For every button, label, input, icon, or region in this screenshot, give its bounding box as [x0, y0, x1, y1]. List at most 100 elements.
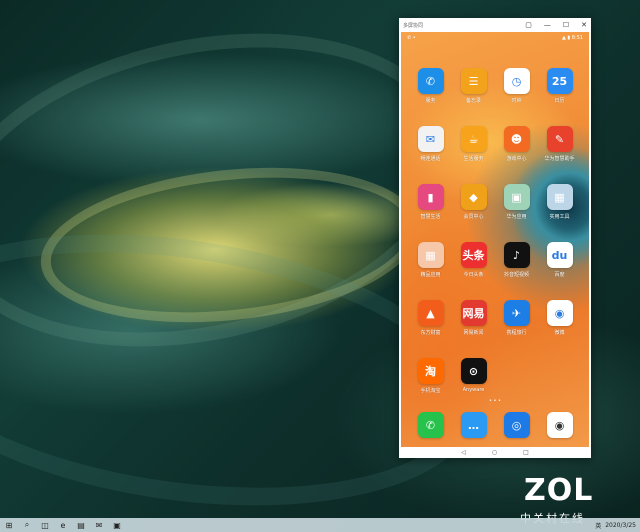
netease-icon: 网易	[460, 300, 487, 326]
phone-icon: ✆	[417, 412, 444, 438]
zol-watermark-logo: ZOL	[524, 473, 594, 508]
folder-icon[interactable]: ▤	[72, 518, 90, 532]
gamepad-icon: ☻	[503, 126, 530, 152]
app-label: 游戏中心	[506, 156, 527, 162]
clock-date[interactable]: 2020/3/25	[605, 522, 636, 529]
calendar-icon: 25	[546, 68, 573, 94]
recents-button[interactable]: □	[523, 449, 529, 456]
app-label: 时钟	[511, 98, 522, 104]
app-label: Anyware	[462, 387, 485, 393]
app-item[interactable]: ◆ 会员中心	[452, 184, 495, 234]
app-item[interactable]: 网易 网易新闻	[452, 300, 495, 350]
edge-icon[interactable]: e	[54, 518, 72, 532]
taobao-icon: 淘	[417, 358, 444, 384]
app-item[interactable]: ▦ 精品应用	[409, 242, 452, 292]
app-label: 今日头条	[463, 272, 484, 278]
app-item[interactable]: ◉ 微博	[538, 300, 581, 350]
app-item[interactable]: 25 日历	[538, 68, 581, 118]
app-dock: ✆ … ◎ ◉	[409, 412, 581, 444]
language-indicator[interactable]: 英	[595, 521, 601, 530]
app-label: 生活服务	[463, 156, 484, 162]
cup-icon: ☕	[460, 126, 487, 152]
close-button[interactable]: ✕	[581, 21, 587, 29]
task-view-icon[interactable]: ◫	[36, 518, 54, 532]
dock-item[interactable]: …	[452, 412, 495, 444]
dock-item[interactable]: ◉	[538, 412, 581, 444]
app-label: 服务	[425, 98, 436, 104]
app-label: 微博	[554, 330, 565, 336]
app-grid: ✆ 服务 ☰ 备忘录 ◷ 时钟 25 日历 ✉ 畅连通话 ☕ 生活服务 ☻ 游戏中心 ✎ 华为智慧助手 ▮ 智慧生…	[409, 68, 581, 408]
taskbar-items: ⊞ ⌕ ◫ e ▤ ✉ ▣	[0, 518, 126, 532]
app-label: 日历	[554, 98, 565, 104]
app-item[interactable]: 头条 今日头条	[452, 242, 495, 292]
wallpaper-swirl	[33, 150, 427, 340]
system-tray: 英 2020/3/25	[595, 521, 640, 530]
app-item[interactable]: du 百度	[538, 242, 581, 292]
douyin-icon: ♪	[503, 242, 530, 268]
app-label: 实用工具	[549, 214, 570, 220]
dock-item[interactable]: ✆	[409, 412, 452, 444]
app-label: 抖音短视频	[503, 272, 529, 278]
search-icon[interactable]: ⌕	[18, 518, 36, 532]
status-right: ▲ ▮ 8:51	[561, 35, 583, 41]
ctrip-icon: ✈	[503, 300, 530, 326]
home-button[interactable]: ○	[492, 449, 497, 456]
app-label: 智慧生活	[420, 214, 441, 220]
phone-nav-bar: ◁ ○ □	[399, 447, 591, 458]
eastmoney-icon: ▲	[417, 300, 444, 326]
window-controls: ▢ — ☐ ✕	[525, 21, 587, 29]
app-item[interactable]: ✆ 服务	[409, 68, 452, 118]
app-label: 备忘录	[465, 98, 481, 104]
minimize-button[interactable]: —	[544, 21, 551, 29]
app-label: 携程旅行	[506, 330, 527, 336]
clock-icon: ◷	[503, 68, 530, 94]
app-item[interactable]: ✎ 华为智慧助手	[538, 126, 581, 176]
app-item[interactable]: ✉ 畅连通话	[409, 126, 452, 176]
app-item[interactable]: ◷ 时钟	[495, 68, 538, 118]
memo-icon: ☰	[460, 68, 487, 94]
toutiao-icon: 头条	[460, 242, 487, 268]
app-item[interactable]: ✈ 携程旅行	[495, 300, 538, 350]
app-label: 精品应用	[420, 272, 441, 278]
mail-app-icon[interactable]: ✉	[90, 518, 108, 532]
service-icon: ✆	[417, 68, 444, 94]
diamond-icon: ◆	[460, 184, 487, 210]
assistant-icon: ✎	[546, 126, 573, 152]
phone-window-titlebar[interactable]: 多屏协同 ▢ — ☐ ✕	[399, 18, 591, 32]
pin-button[interactable]: ▢	[525, 21, 532, 29]
dock-item[interactable]: ◎	[495, 412, 538, 444]
app-item[interactable]: ☰ 备忘录	[452, 68, 495, 118]
app-label: 畅连通话	[420, 156, 441, 162]
back-button[interactable]: ◁	[461, 449, 466, 456]
app-label: 手机淘宝	[420, 388, 441, 394]
tools-folder-icon: ▦	[546, 184, 573, 210]
camera-icon: ◉	[546, 412, 573, 438]
app-label: 东方财富	[420, 330, 441, 336]
phone-status-bar: ✆ • ▲ ▮ 8:51	[401, 32, 589, 44]
phone-screen: ✆ • ▲ ▮ 8:51 ✆ 服务 ☰ 备忘录 ◷ 时钟 25 日历 ✉ 畅连通话 ☕ 生活服务 ☻ 游戏…	[401, 32, 589, 447]
app-label: 会员中心	[463, 214, 484, 220]
browser-icon: ◎	[503, 412, 530, 438]
app-label: 网易新闻	[463, 330, 484, 336]
app-item[interactable]: ▣ 华为应用	[495, 184, 538, 234]
maximize-button[interactable]: ☐	[563, 21, 569, 29]
page-indicator: • • •	[488, 398, 502, 404]
app-label: 华为应用	[506, 214, 527, 220]
app-item[interactable]: ▦ 实用工具	[538, 184, 581, 234]
windows-taskbar: ⊞ ⌕ ◫ e ▤ ✉ ▣ 英 2020/3/25	[0, 518, 640, 532]
app-item[interactable]: ▮ 智慧生活	[409, 184, 452, 234]
life-icon: ▮	[417, 184, 444, 210]
app-item[interactable]: ♪ 抖音短视频	[495, 242, 538, 292]
app-item[interactable]: ▲ 东方财富	[409, 300, 452, 350]
app-item[interactable]: ☻ 游戏中心	[495, 126, 538, 176]
appstore-icon: ▣	[503, 184, 530, 210]
app-icon[interactable]: ▣	[108, 518, 126, 532]
app-item[interactable]: ☕ 生活服务	[452, 126, 495, 176]
start-icon[interactable]: ⊞	[0, 518, 18, 532]
weibo-icon: ◉	[546, 300, 573, 326]
mail-icon: ✉	[417, 126, 444, 152]
app-label: 百度	[554, 272, 565, 278]
phone-mirror-window[interactable]: 多屏协同 ▢ — ☐ ✕ ✆ • ▲ ▮ 8:51 ✆ 服务 ☰ 备忘录 ◷ 时钟 25 日历…	[399, 18, 591, 458]
anyware-icon: ⊙	[460, 358, 487, 384]
apps-folder-icon: ▦	[417, 242, 444, 268]
